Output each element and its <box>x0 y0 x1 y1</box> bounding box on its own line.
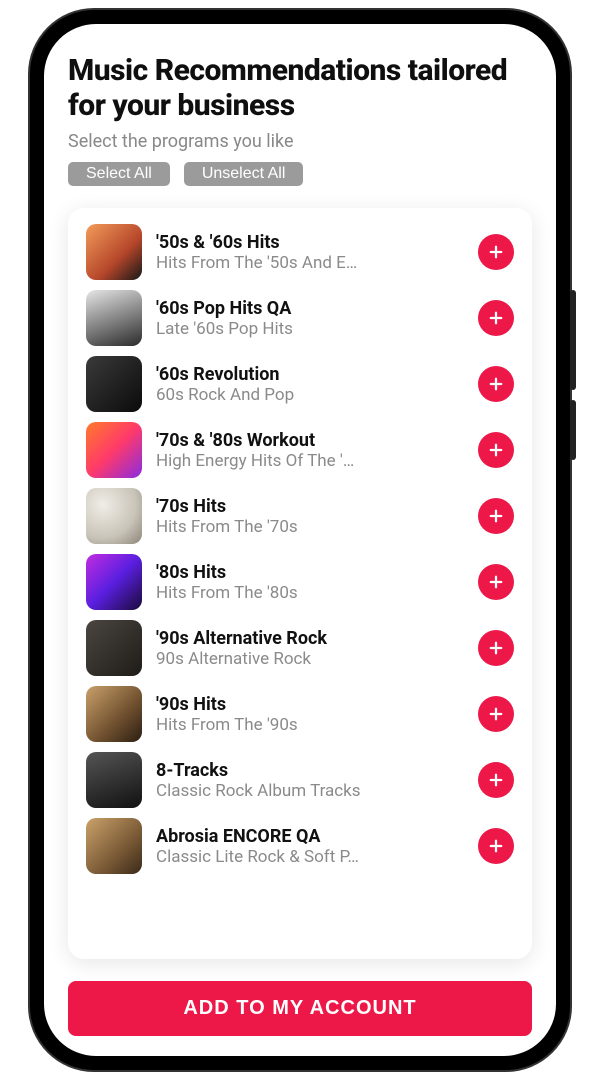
program-subtitle: Classic Rock Album Tracks <box>156 781 464 801</box>
program-subtitle: 90s Alternative Rock <box>156 649 464 669</box>
program-text: '70s & '80s WorkoutHigh Energy Hits Of T… <box>156 430 464 471</box>
add-program-button[interactable] <box>478 432 514 468</box>
program-text: '70s HitsHits From The '70s <box>156 496 464 537</box>
program-thumbnail <box>86 554 142 610</box>
list-item[interactable]: '50s & '60s HitsHits From The '50s And E… <box>86 224 514 280</box>
program-thumbnail <box>86 290 142 346</box>
program-title: Abrosia ENCORE QA <box>156 826 464 847</box>
plus-icon <box>487 837 505 855</box>
program-subtitle: Classic Lite Rock & Soft P… <box>156 847 464 867</box>
program-thumbnail <box>86 752 142 808</box>
bulk-action-row: Select All Unselect All <box>68 162 532 186</box>
list-item[interactable]: '90s Alternative Rock90s Alternative Roc… <box>86 620 514 676</box>
program-text: '50s & '60s HitsHits From The '50s And E… <box>156 232 464 273</box>
programs-card: '50s & '60s HitsHits From The '50s And E… <box>68 208 532 959</box>
list-item[interactable]: '70s HitsHits From The '70s <box>86 488 514 544</box>
plus-icon <box>487 441 505 459</box>
add-program-button[interactable] <box>478 828 514 864</box>
add-to-account-button[interactable]: ADD TO MY ACCOUNT <box>68 981 532 1036</box>
list-item[interactable]: 8-TracksClassic Rock Album Tracks <box>86 752 514 808</box>
program-thumbnail <box>86 422 142 478</box>
plus-icon <box>487 375 505 393</box>
program-subtitle: Hits From The '80s <box>156 583 464 603</box>
program-text: 8-TracksClassic Rock Album Tracks <box>156 760 464 801</box>
program-subtitle: 60s Rock And Pop <box>156 385 464 405</box>
list-item[interactable]: '80s HitsHits From The '80s <box>86 554 514 610</box>
add-program-button[interactable] <box>478 696 514 732</box>
add-program-button[interactable] <box>478 234 514 270</box>
add-program-button[interactable] <box>478 762 514 798</box>
program-text: '80s HitsHits From The '80s <box>156 562 464 603</box>
add-program-button[interactable] <box>478 564 514 600</box>
program-text: Abrosia ENCORE QAClassic Lite Rock & Sof… <box>156 826 464 867</box>
list-item[interactable]: '60s Pop Hits QALate '60s Pop Hits <box>86 290 514 346</box>
program-thumbnail <box>86 686 142 742</box>
program-text: '90s Alternative Rock90s Alternative Roc… <box>156 628 464 669</box>
program-title: '50s & '60s Hits <box>156 232 464 253</box>
plus-icon <box>487 309 505 327</box>
program-subtitle: High Energy Hits Of The '… <box>156 451 464 471</box>
select-all-button[interactable]: Select All <box>68 162 170 186</box>
program-text: '90s HitsHits From The '90s <box>156 694 464 735</box>
phone-side-button <box>570 290 576 390</box>
program-title: '70s Hits <box>156 496 464 517</box>
plus-icon <box>487 243 505 261</box>
plus-icon <box>487 705 505 723</box>
program-title: '60s Pop Hits QA <box>156 298 464 319</box>
program-title: '90s Hits <box>156 694 464 715</box>
list-item[interactable]: '70s & '80s WorkoutHigh Energy Hits Of T… <box>86 422 514 478</box>
program-title: 8-Tracks <box>156 760 464 781</box>
app-screen: Music Recommendations tailored for your … <box>44 24 556 1056</box>
program-text: '60s Revolution60s Rock And Pop <box>156 364 464 405</box>
program-title: '70s & '80s Workout <box>156 430 464 451</box>
list-item[interactable]: Abrosia ENCORE QAClassic Lite Rock & Sof… <box>86 818 514 874</box>
program-thumbnail <box>86 356 142 412</box>
add-program-button[interactable] <box>478 366 514 402</box>
plus-icon <box>487 771 505 789</box>
program-title: '80s Hits <box>156 562 464 583</box>
plus-icon <box>487 573 505 591</box>
add-program-button[interactable] <box>478 630 514 666</box>
program-title: '90s Alternative Rock <box>156 628 464 649</box>
phone-frame: Music Recommendations tailored for your … <box>30 10 570 1070</box>
program-thumbnail <box>86 488 142 544</box>
plus-icon <box>487 507 505 525</box>
programs-list: '50s & '60s HitsHits From The '50s And E… <box>86 224 514 874</box>
phone-side-button <box>570 400 576 460</box>
program-title: '60s Revolution <box>156 364 464 385</box>
program-thumbnail <box>86 224 142 280</box>
plus-icon <box>487 639 505 657</box>
program-text: '60s Pop Hits QALate '60s Pop Hits <box>156 298 464 339</box>
unselect-all-button[interactable]: Unselect All <box>184 162 304 186</box>
program-thumbnail <box>86 818 142 874</box>
program-subtitle: Late '60s Pop Hits <box>156 319 464 339</box>
list-item[interactable]: '90s HitsHits From The '90s <box>86 686 514 742</box>
add-program-button[interactable] <box>478 498 514 534</box>
program-subtitle: Hits From The '50s And E… <box>156 253 464 273</box>
page-subtitle: Select the programs you like <box>68 131 532 152</box>
program-thumbnail <box>86 620 142 676</box>
list-item[interactable]: '60s Revolution60s Rock And Pop <box>86 356 514 412</box>
program-subtitle: Hits From The '70s <box>156 517 464 537</box>
page-title: Music Recommendations tailored for your … <box>68 54 532 123</box>
add-program-button[interactable] <box>478 300 514 336</box>
program-subtitle: Hits From The '90s <box>156 715 464 735</box>
